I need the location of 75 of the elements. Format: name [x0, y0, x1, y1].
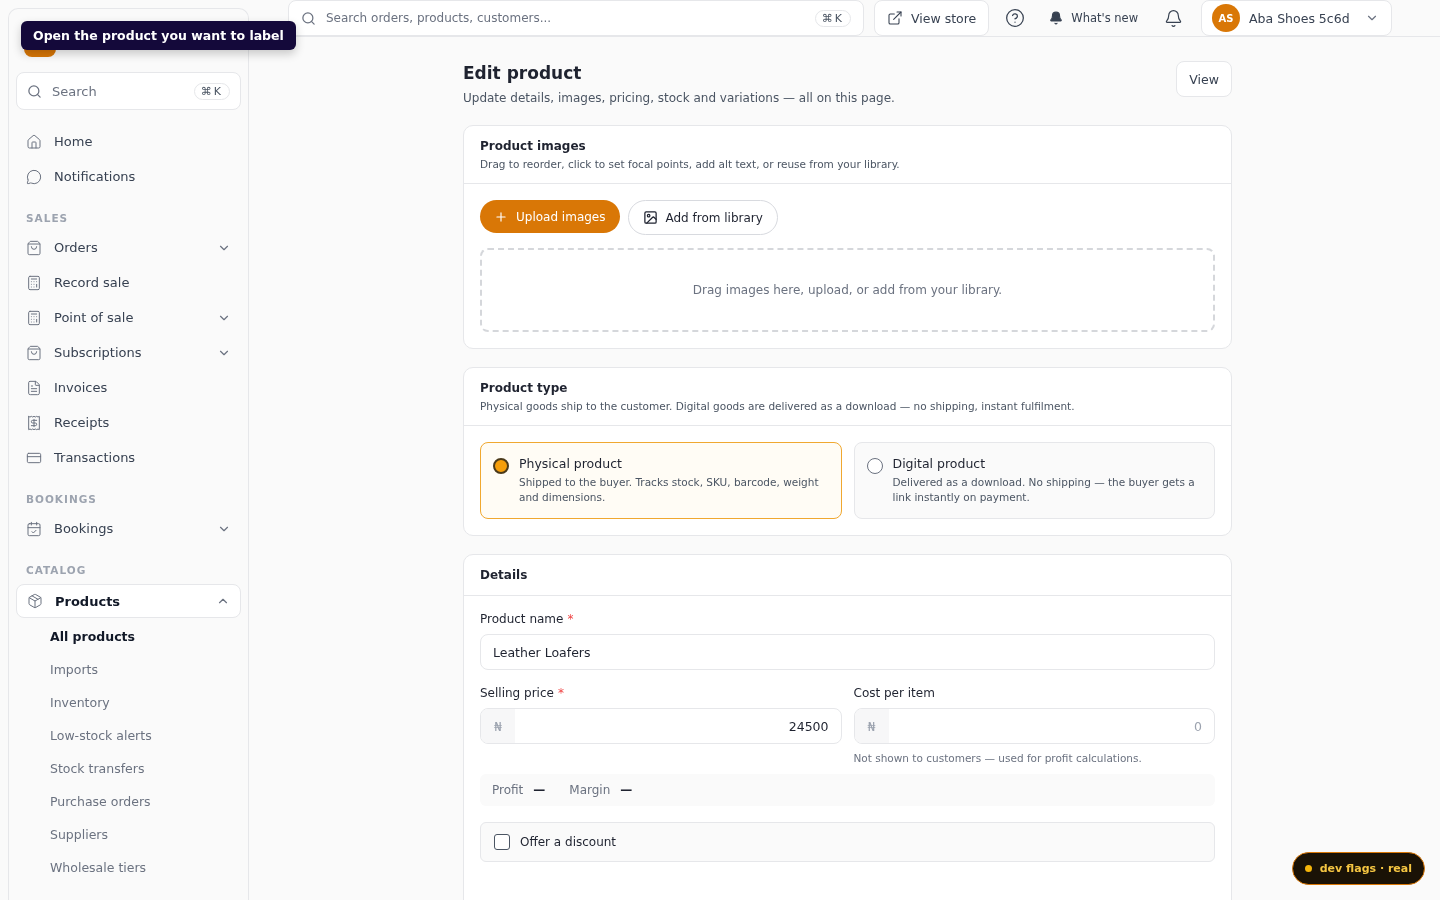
- field-hint: Not shown to customers — used for profit calculations.: [853, 752, 1143, 764]
- avatar: AS: [1212, 4, 1241, 32]
- view-store-button[interactable]: View store: [874, 0, 990, 36]
- external-link-icon: [887, 10, 903, 26]
- checkbox[interactable]: [494, 834, 510, 850]
- search-field[interactable]: Search ⌘K: [16, 72, 241, 110]
- bell-icon[interactable]: [1164, 8, 1184, 28]
- option-description: Shipped to the buyer. Tracks stock, SKU, barcode, weight and dimensions.: [519, 475, 820, 505]
- profit-summary: Profit — Margin —: [480, 774, 1215, 806]
- plus-icon: [494, 209, 508, 224]
- section-heading: SALES: [25, 211, 70, 226]
- sidebar-item[interactable]: Point of sale: [16, 300, 241, 335]
- bell-icon: [1049, 11, 1064, 25]
- dev-flags-badge[interactable]: dev flags · real: [1291, 852, 1425, 885]
- receipt-icon: [26, 414, 42, 431]
- sidebar-item[interactable]: Products: [16, 584, 241, 618]
- search-field[interactable]: Search orders, products, customers... ⌘K: [288, 0, 864, 36]
- sidebar-item[interactable]: Notifications: [16, 159, 241, 194]
- search-icon: [27, 83, 42, 99]
- card-subtitle: Drag to reorder, click to set focal points, add alt text, or reuse from your library.: [480, 158, 901, 170]
- sidebar-item[interactable]: Receipts: [16, 405, 241, 440]
- option-title: Digital product: [892, 456, 987, 471]
- type-option[interactable]: Physical product Shipped to the buyer. Tracks stock, SKU, barcode, weight and dimensions.: [480, 442, 842, 519]
- sidebar-subitem[interactable]: Suppliers: [16, 818, 241, 851]
- card-title: Product images: [480, 139, 587, 153]
- calculator-icon: [26, 274, 42, 291]
- document-icon: [26, 379, 42, 396]
- section-heading: CATALOG: [25, 563, 88, 578]
- dropzone[interactable]: Drag images here, upload, or add from your library.: [480, 248, 1215, 332]
- home-icon: [26, 133, 42, 150]
- price-field[interactable]: ₦ 24500: [480, 708, 842, 744]
- page-title: Edit product: [463, 63, 583, 83]
- sidebar-subitem[interactable]: Purchase orders: [16, 785, 241, 818]
- sidebar-subitem[interactable]: Inventory: [16, 686, 241, 719]
- account-menu[interactable]: AS Aba Shoes 5c6d: [1201, 0, 1392, 36]
- view-button[interactable]: View: [1176, 61, 1232, 97]
- sidebar-item[interactable]: Invoices: [16, 370, 241, 405]
- library-button[interactable]: Add from library: [627, 200, 778, 235]
- sidebar-subitem[interactable]: Low-stock alerts: [16, 719, 241, 752]
- whats-new-button[interactable]: What's new: [1041, 11, 1147, 25]
- sidebar-subitem[interactable]: Wholesale tiers: [16, 851, 241, 884]
- sidebar-subitem[interactable]: Imports: [16, 653, 241, 686]
- option-title: Physical product: [519, 456, 623, 471]
- card-title: Product type: [480, 381, 569, 395]
- sidebar-item[interactable]: Orders: [16, 230, 241, 265]
- sidebar-item[interactable]: Bookings: [16, 511, 241, 546]
- image-icon: [642, 210, 658, 225]
- sidebar-item[interactable]: Home: [16, 124, 241, 159]
- field-label: Product name *: [480, 612, 575, 626]
- product-name-field[interactable]: Leather Loafers: [480, 634, 1215, 670]
- shopping-bag-icon: [26, 344, 42, 361]
- option-description: Delivered as a download. No shipping — the buyer gets a link instantly on payment.: [892, 475, 1196, 505]
- card-title: Details: [480, 568, 529, 582]
- calculator-icon: [26, 309, 42, 326]
- radio[interactable]: [493, 458, 509, 474]
- sidebar-item[interactable]: Transactions: [16, 440, 241, 475]
- tooltip: Open the product you want to label: [21, 21, 296, 50]
- search-icon: [301, 10, 316, 26]
- sidebar-subitem[interactable]: Stock transfers: [16, 752, 241, 785]
- radio[interactable]: [866, 458, 883, 474]
- discount-row[interactable]: Offer a discount: [480, 822, 1215, 862]
- sidebar-item[interactable]: Subscriptions: [16, 335, 241, 370]
- box-icon: [27, 593, 43, 609]
- sidebar-subitem[interactable]: All products: [16, 620, 241, 653]
- sidebar-item[interactable]: Record sale: [16, 265, 241, 300]
- type-option[interactable]: Digital product Delivered as a download. No shipping — the buyer gets a link instantly on payment.: [853, 442, 1215, 519]
- chat-bubble-icon: [26, 168, 42, 185]
- shopping-bag-icon: [26, 239, 42, 256]
- field-label: Selling price *: [480, 686, 565, 700]
- field-label: Cost per item: [853, 686, 936, 700]
- section-heading: BOOKINGS: [25, 492, 98, 507]
- page-subtitle: Update details, images, pricing, stock and variations — all on this page.: [463, 91, 895, 105]
- calendar-icon: [26, 520, 42, 537]
- card-subtitle: Physical goods ship to the customer. Digital goods are delivered as a download — no shipping, instant fulfilment.: [480, 400, 1076, 412]
- help-icon[interactable]: [1005, 8, 1026, 28]
